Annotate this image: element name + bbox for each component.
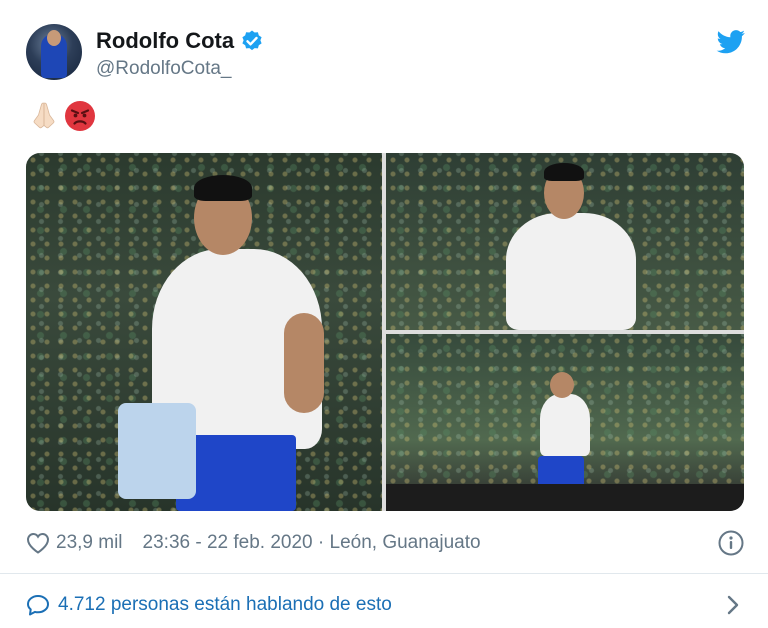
chevron-right-icon[interactable] (726, 594, 740, 616)
photo-1[interactable] (26, 153, 382, 511)
name-row: Rodolfo Cota (96, 28, 264, 54)
photo-3[interactable] (386, 334, 744, 511)
photo-3-ad-board (386, 484, 744, 511)
avatar-head (47, 30, 61, 46)
photo-1-towel (118, 403, 196, 499)
angry-face-icon (65, 101, 95, 131)
like-count[interactable]: 23,9 mil (56, 532, 123, 554)
photo-2-player-hair (544, 163, 584, 181)
timestamp[interactable]: 23:36 - 22 feb. 2020 · León, Guanajuato (143, 532, 481, 554)
heart-icon[interactable] (26, 532, 50, 554)
user-handle[interactable]: @RodolfoCota_ (96, 58, 231, 80)
conversation-link[interactable]: 4.712 personas están hablando de esto (26, 590, 744, 620)
speech-bubble-icon (27, 595, 49, 616)
photo-3-player-head (550, 372, 574, 398)
photo-3-player-shirt (540, 394, 590, 456)
divider (0, 573, 768, 574)
verified-badge-icon (242, 30, 262, 51)
tweet-header: Rodolfo Cota @RodolfoCota_ (26, 24, 746, 84)
conversation-text[interactable]: 4.712 personas están hablando de esto (58, 594, 392, 616)
info-icon[interactable] (718, 530, 744, 556)
photo-2[interactable] (386, 153, 744, 330)
display-name[interactable]: Rodolfo Cota (96, 28, 234, 54)
tweet-media-grid (26, 153, 744, 511)
twitter-bird-icon[interactable] (716, 30, 746, 54)
photo-2-player-shirt (506, 213, 636, 330)
photo-1-player-hair (194, 175, 252, 201)
avatar[interactable] (26, 24, 82, 80)
tweet-text (28, 100, 96, 132)
tweet-meta: 23,9 mil 23:36 - 22 feb. 2020 · León, Gu… (26, 528, 744, 558)
photo-1-player-arm (284, 313, 324, 413)
folded-hands-icon (33, 102, 55, 129)
